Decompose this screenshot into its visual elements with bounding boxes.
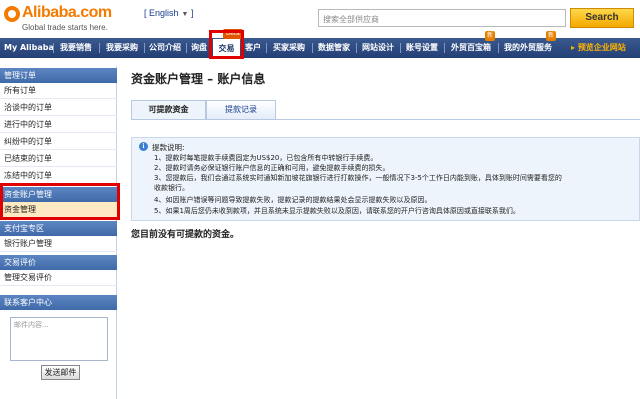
logo-name: Alibaba.com <box>22 4 112 21</box>
nav-sell[interactable]: 我要销售 <box>56 38 96 58</box>
nav-my-trade-services[interactable]: 我的外贸服务 <box>500 38 556 58</box>
nav-divider <box>498 43 499 53</box>
nav-data-manager[interactable]: 数据管家 <box>314 38 354 58</box>
tab-withdrawal-records[interactable]: 提款记录 <box>206 100 276 119</box>
sidebar-item-frozen-orders[interactable]: 冻结中的订单 <box>0 168 117 184</box>
highlight-box-trade <box>209 30 244 59</box>
notice-title: 提款说明: <box>152 143 185 152</box>
nav-my-alibaba[interactable]: My Alibaba <box>4 38 54 58</box>
sidebar-item-ongoing-orders[interactable]: 进行中的订单 <box>0 117 117 133</box>
notice-line: 收款银行。 <box>154 184 189 192</box>
search-input[interactable]: 搜索全部供应商 <box>318 9 566 27</box>
new-badge: 新 <box>546 31 557 41</box>
search-button[interactable]: Search <box>570 8 634 28</box>
nav-divider <box>312 43 313 53</box>
info-icon: i <box>139 142 148 151</box>
notice-line: 4、如因账户错误等问题导致提款失败，提款记录的提款结果处会显示提款失败以及原因。 <box>154 196 432 204</box>
sidebar-item-manage-reviews[interactable]: 管理交易评价 <box>0 270 117 286</box>
preview-company-site-link[interactable]: ▸ 预览企业网站 <box>571 38 626 58</box>
sidebar-item-disputed-orders[interactable]: 纠纷中的订单 <box>0 134 117 150</box>
sidebar-item-bank-accounts[interactable]: 银行账户管理 <box>0 236 117 252</box>
nav-divider <box>186 43 187 53</box>
language-label: English <box>149 8 179 18</box>
withdrawal-notice: i 提款说明: 1、提款时每笔提款手续费固定为US$20，已包含所有中转银行手续… <box>131 137 640 221</box>
nav-divider <box>356 43 357 53</box>
nav-website-design[interactable]: 网站设计 <box>358 38 398 58</box>
nav-buyer-purchase[interactable]: 买家采购 <box>268 38 310 58</box>
sidebar: 管理订单 所有订单 洽谈中的订单 进行中的订单 纠纷中的订单 已结束的订单 冻结… <box>0 66 117 399</box>
nav-customers[interactable]: 客户 <box>242 38 264 58</box>
highlight-box-fund-account <box>0 183 120 220</box>
nav-divider <box>53 43 54 53</box>
nav-inquiry[interactable]: 询盘 <box>188 38 210 58</box>
alibaba-logo[interactable]: Alibaba.com Global trade starts here. <box>4 4 139 34</box>
sidebar-item-negotiating-orders[interactable]: 洽谈中的订单 <box>0 100 117 116</box>
notice-line: 5、如果1周后您仍未收到款项，并且系统未显示提款失败以及原因，请联系您的开户行咨… <box>154 207 520 215</box>
header: Alibaba.com Global trade starts here. [ … <box>0 0 640 38</box>
nav-divider <box>266 43 267 53</box>
sidebar-section-contact-center: 联系客户中心 <box>0 295 117 310</box>
main-nav: My Alibaba 我要销售 我要采购 公司介绍 询盘 交易 客户 买家采购 … <box>0 31 640 59</box>
nav-divider <box>99 43 100 53</box>
tab-withdrawable-funds[interactable]: 可提款资金 <box>131 100 206 120</box>
sidebar-section-trade-reviews[interactable]: 交易评价 <box>0 255 117 270</box>
send-email-button[interactable]: 发送邮件 <box>41 365 80 380</box>
notice-line: 2、提款时请务必保证银行账户信息的正确和可用，避免提款手续费的损失。 <box>154 164 390 172</box>
nav-buy[interactable]: 我要采购 <box>102 38 142 58</box>
nav-company-intro[interactable]: 公司介绍 <box>146 38 184 58</box>
sidebar-section-alipay[interactable]: 支付宝专区 <box>0 221 117 236</box>
tab-divider <box>131 119 640 120</box>
sidebar-section-orders[interactable]: 管理订单 <box>0 68 117 83</box>
page-title: 资金账户管理 – 账户信息 <box>131 72 266 86</box>
sidebar-item-completed-orders[interactable]: 已结束的订单 <box>0 151 117 167</box>
contact-message-field[interactable]: 邮件内容... <box>10 317 108 361</box>
nav-divider <box>444 43 445 53</box>
notice-line: 3、您提款后，我们会通过系统实时通知新加坡花旗银行进行打款操作，一般情况下3-5… <box>154 174 562 182</box>
logo-smile-icon <box>4 6 20 22</box>
notice-line: 1、提款时每笔提款手续费固定为US$20，已包含所有中转银行手续费。 <box>154 154 378 162</box>
empty-funds-message: 您目前没有可提款的资金。 <box>131 230 240 240</box>
language-selector[interactable]: [ English ▼ ] <box>144 8 194 18</box>
new-badge: 新 <box>485 31 496 41</box>
nav-divider <box>400 43 401 53</box>
nav-account-settings[interactable]: 账号设置 <box>402 38 442 58</box>
logo-tagline: Global trade starts here. <box>22 23 108 32</box>
preview-company-site-label: 预览企业网站 <box>577 43 626 52</box>
nav-divider <box>144 43 145 53</box>
sidebar-item-all-orders[interactable]: 所有订单 <box>0 83 117 99</box>
nav-trade-toolbox[interactable]: 外贸百宝箱 <box>446 38 496 58</box>
chevron-down-icon: ▼ <box>181 11 189 18</box>
